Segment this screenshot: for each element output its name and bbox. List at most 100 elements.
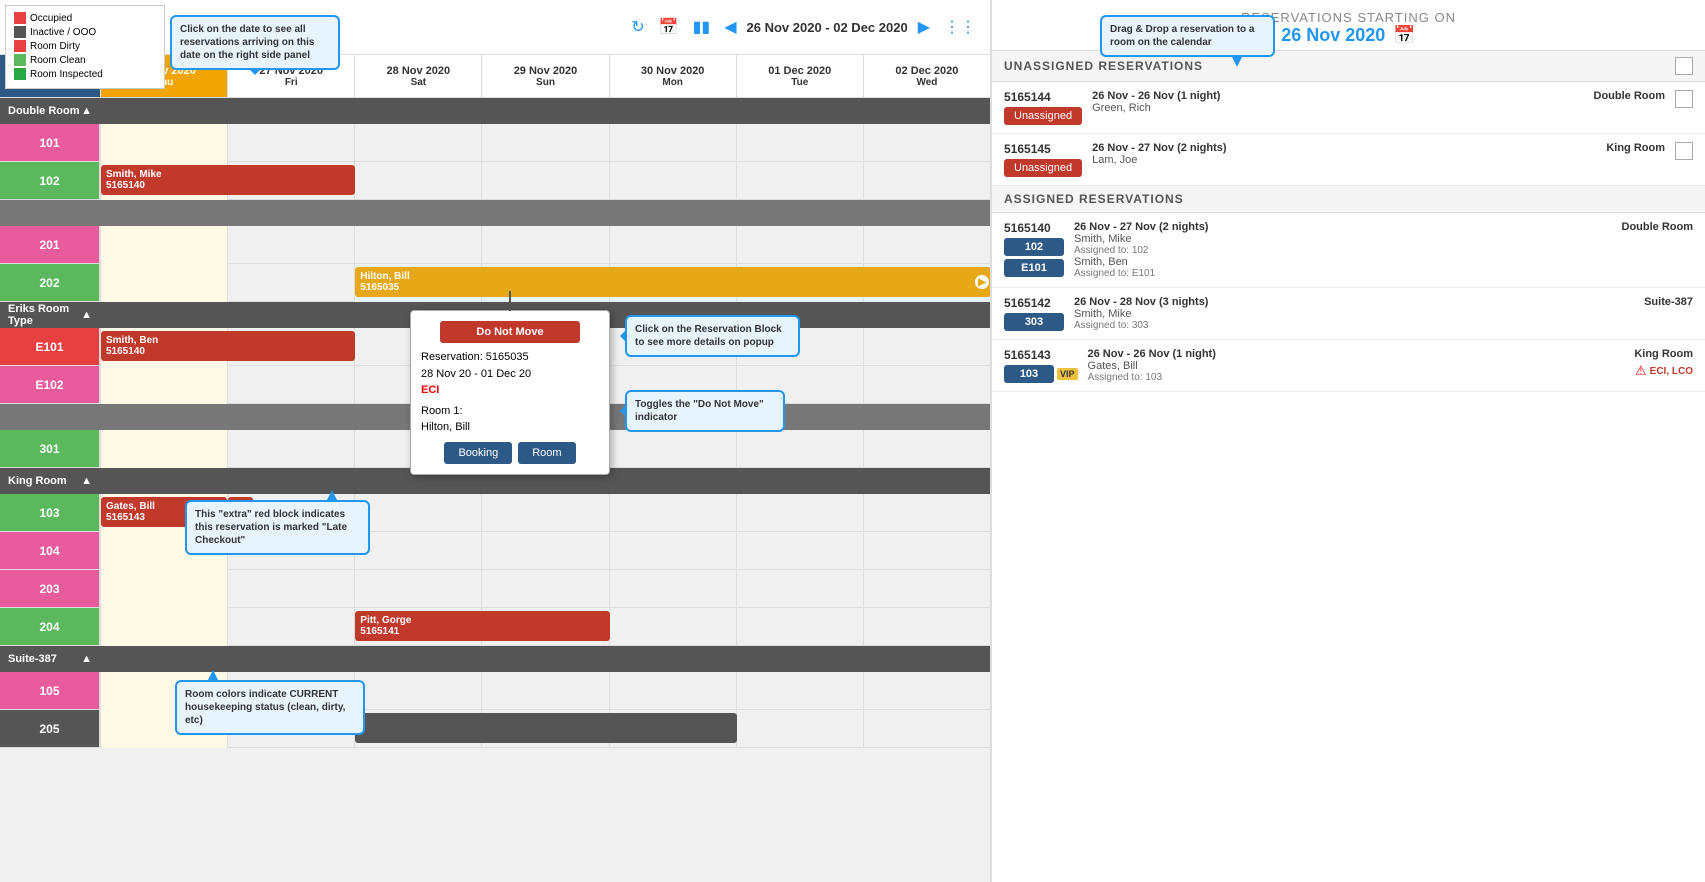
cell-e102-1[interactable]	[227, 366, 354, 404]
cell-e101-0[interactable]: Smith, Ben 5165140	[100, 328, 227, 366]
day-header-2[interactable]: 28 Nov 2020 Sat	[354, 55, 481, 97]
popup-booking-button[interactable]: Booking	[444, 442, 512, 464]
day-header-4[interactable]: 30 Nov 2020 Mon	[609, 55, 736, 97]
reservation-inactive-205[interactable]	[355, 713, 736, 743]
calendar-icon[interactable]: 📅	[1393, 25, 1415, 46]
cell-203-3[interactable]	[481, 570, 608, 608]
cell-203-4[interactable]	[609, 570, 736, 608]
cell-201-6[interactable]	[863, 226, 990, 264]
cell-204-0[interactable]	[100, 608, 227, 646]
unassigned-select-all-checkbox[interactable]	[1675, 57, 1693, 75]
cell-e102-6[interactable]	[863, 366, 990, 404]
cell-101-6[interactable]	[863, 124, 990, 162]
cell-103-6[interactable]	[863, 494, 990, 532]
checkbox-5165144[interactable]	[1675, 90, 1693, 108]
cell-201-4[interactable]	[609, 226, 736, 264]
reservation-5165140-102[interactable]: Smith, Mike 5165140	[101, 165, 355, 195]
cell-102-5[interactable]	[736, 162, 863, 200]
reservation-5165035-202[interactable]: Hilton, Bill 5165035 ▶	[355, 267, 990, 297]
reservation-5165140-e101[interactable]: Smith, Ben 5165140	[101, 331, 355, 361]
cell-102-4[interactable]	[609, 162, 736, 200]
checkbox-5165145[interactable]	[1675, 142, 1693, 160]
cell-205-5[interactable]	[736, 710, 863, 748]
cell-203-6[interactable]	[863, 570, 990, 608]
cell-301-5[interactable]	[736, 430, 863, 468]
cell-104-6[interactable]	[863, 532, 990, 570]
home-button[interactable]: ▮▮	[689, 15, 715, 39]
cell-201-2[interactable]	[354, 226, 481, 264]
cell-101-1[interactable]	[227, 124, 354, 162]
cell-301-1[interactable]	[227, 430, 354, 468]
cell-301-6[interactable]	[863, 430, 990, 468]
day-header-3[interactable]: 29 Nov 2020 Sun	[481, 55, 608, 97]
cell-201-0[interactable]	[100, 226, 227, 264]
cell-205-2[interactable]	[354, 710, 481, 748]
cell-204-6[interactable]	[863, 608, 990, 646]
cell-301-4[interactable]	[609, 430, 736, 468]
cell-201-5[interactable]	[736, 226, 863, 264]
cell-e101-6[interactable]	[863, 328, 990, 366]
cell-105-2[interactable]	[354, 672, 481, 710]
unassigned-btn-5165145[interactable]: Unassigned	[1004, 159, 1082, 177]
room-badge-103[interactable]: 103	[1004, 365, 1054, 383]
cell-101-2[interactable]	[354, 124, 481, 162]
cell-204-4[interactable]	[609, 608, 736, 646]
cell-203-2[interactable]	[354, 570, 481, 608]
cell-205-6[interactable]	[863, 710, 990, 748]
prev-button[interactable]: ◀	[720, 15, 740, 39]
cell-104-3[interactable]	[481, 532, 608, 570]
room-label-301: 301	[0, 430, 100, 467]
room-badge-e101[interactable]: E101	[1004, 259, 1064, 277]
grid-button[interactable]: ⋮⋮	[940, 15, 980, 39]
cell-204-2[interactable]: Pitt, Gorge 5165141	[354, 608, 481, 646]
legend-dirty-label: Room Dirty	[30, 41, 80, 52]
cell-104-2[interactable]	[354, 532, 481, 570]
cell-201-1[interactable]	[227, 226, 354, 264]
cell-203-5[interactable]	[736, 570, 863, 608]
room-row-101: 101	[0, 124, 990, 162]
cell-204-1[interactable]	[227, 608, 354, 646]
cell-104-5[interactable]	[736, 532, 863, 570]
next-button[interactable]: ▶	[914, 15, 934, 39]
cell-203-1[interactable]	[227, 570, 354, 608]
cell-102-3[interactable]	[481, 162, 608, 200]
cell-103-5[interactable]	[736, 494, 863, 532]
cell-202-2[interactable]: Hilton, Bill 5165035 ▶	[354, 264, 481, 302]
cell-201-3[interactable]	[481, 226, 608, 264]
refresh-button[interactable]: ↻	[627, 15, 648, 39]
room-row-203: 203	[0, 570, 990, 608]
cell-301-0[interactable]	[100, 430, 227, 468]
cell-105-4[interactable]	[609, 672, 736, 710]
eci-lco-flags: ECI, LCO	[1650, 366, 1693, 377]
cell-203-0[interactable]	[100, 570, 227, 608]
legend-inactive-color	[14, 26, 26, 38]
cell-204-5[interactable]	[736, 608, 863, 646]
cell-101-4[interactable]	[609, 124, 736, 162]
legend-inactive-label: Inactive / OOO	[30, 27, 96, 38]
popup-room-button[interactable]: Room	[518, 442, 575, 464]
cell-101-5[interactable]	[736, 124, 863, 162]
reservation-5165141-204[interactable]: Pitt, Gorge 5165141	[355, 611, 609, 641]
day-header-5[interactable]: 01 Dec 2020 Tue	[736, 55, 863, 97]
cell-105-5[interactable]	[736, 672, 863, 710]
cell-104-4[interactable]	[609, 532, 736, 570]
cell-102-2[interactable]	[354, 162, 481, 200]
cell-101-3[interactable]	[481, 124, 608, 162]
calendar-button[interactable]: 📅	[655, 15, 683, 39]
cell-103-2[interactable]	[354, 494, 481, 532]
unassigned-btn-5165144[interactable]: Unassigned	[1004, 107, 1082, 125]
cell-102-0[interactable]: Smith, Mike 5165140	[100, 162, 227, 200]
cell-101-0[interactable]	[100, 124, 227, 162]
room-badge-303[interactable]: 303	[1004, 313, 1064, 331]
cell-103-3[interactable]	[481, 494, 608, 532]
cell-105-6[interactable]	[863, 672, 990, 710]
room-badge-102[interactable]: 102	[1004, 238, 1064, 256]
cell-e102-0[interactable]	[100, 366, 227, 404]
cell-102-6[interactable]	[863, 162, 990, 200]
cell-202-1[interactable]	[227, 264, 354, 302]
cell-103-4[interactable]	[609, 494, 736, 532]
cell-105-3[interactable]	[481, 672, 608, 710]
day-header-6[interactable]: 02 Dec 2020 Wed	[863, 55, 990, 97]
do-not-move-button[interactable]: Do Not Move	[440, 321, 580, 343]
cell-202-0[interactable]	[100, 264, 227, 302]
